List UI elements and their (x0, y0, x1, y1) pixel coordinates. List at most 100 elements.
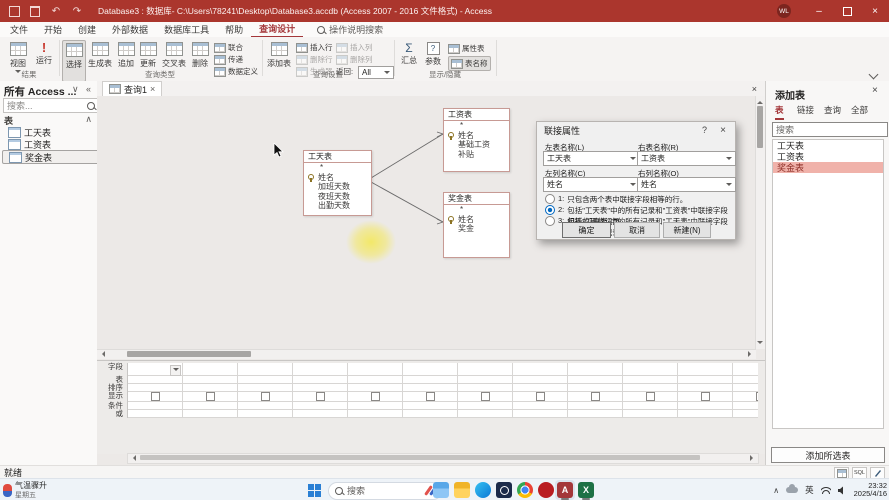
left-column-combobox[interactable]: 姓名 (543, 177, 640, 192)
field-row[interactable]: 姓名 (444, 215, 509, 225)
taskbar-search[interactable]: 搜索 (328, 482, 442, 500)
tab-create[interactable]: 创建 (70, 22, 104, 37)
grid-cell-show[interactable] (623, 392, 678, 402)
grid-cell-table[interactable] (513, 376, 568, 384)
grid-cell-sort[interactable] (513, 384, 568, 392)
grid-cell-show[interactable] (293, 392, 348, 402)
edge-icon[interactable] (475, 482, 491, 498)
show-checkbox[interactable] (151, 392, 160, 401)
grid-cell-or[interactable] (183, 410, 238, 418)
grid-cell-field[interactable] (678, 363, 733, 376)
add-tab-links[interactable]: 链接 (797, 104, 814, 118)
ime-indicator[interactable]: 英 (805, 484, 814, 496)
add-tab-queries[interactable]: 查询 (824, 104, 841, 118)
field-row[interactable]: 奖金 (444, 224, 509, 234)
avatar[interactable]: WL (777, 4, 791, 18)
ok-button[interactable]: 确定 (562, 222, 611, 238)
onedrive-icon[interactable] (786, 487, 798, 493)
show-checkbox[interactable] (701, 392, 710, 401)
grid-cell-table[interactable] (348, 376, 403, 384)
grid-column[interactable] (568, 363, 623, 418)
grid-cell-show[interactable] (568, 392, 623, 402)
grid-cell-criteria[interactable] (458, 402, 513, 410)
nav-item-table[interactable]: 工天表 (2, 126, 99, 138)
grid-cell-sort[interactable] (568, 384, 623, 392)
radio-icon-selected[interactable] (545, 205, 555, 215)
show-checkbox[interactable] (481, 392, 490, 401)
grid-cell-field[interactable] (513, 363, 568, 376)
grid-cell-or[interactable] (733, 410, 758, 418)
grid-cell-sort[interactable] (678, 384, 733, 392)
tab-database-tools[interactable]: 数据库工具 (156, 22, 217, 37)
grid-column[interactable] (128, 363, 183, 418)
help-icon[interactable]: ? (702, 125, 707, 135)
grid-cell-table[interactable] (678, 376, 733, 384)
query-table-title[interactable]: 奖金表 (444, 193, 509, 205)
grid-cell-table[interactable] (733, 376, 758, 384)
grid-cell-table[interactable] (183, 376, 238, 384)
grid-cell-field[interactable] (293, 363, 348, 376)
field-row[interactable]: 出勤天数 (304, 201, 371, 211)
collapse-ribbon-icon[interactable] (870, 70, 877, 80)
pane-close-icon[interactable]: × (872, 85, 878, 96)
grid-cell-or[interactable] (293, 410, 348, 418)
tell-me-search[interactable]: 操作说明搜索 (317, 23, 383, 36)
redo-icon[interactable]: ↷ (70, 5, 84, 17)
query-table-jiangjin[interactable]: 奖金表 * 姓名 奖金 (443, 192, 510, 258)
grid-cell-criteria[interactable] (238, 402, 293, 410)
grid-cell-sort[interactable] (348, 384, 403, 392)
field-row[interactable]: * (444, 121, 509, 131)
property-sheet-button[interactable]: 属性表 (448, 43, 485, 54)
grid-cell-field[interactable] (568, 363, 623, 376)
field-row[interactable]: * (444, 205, 509, 215)
add-tab-tables[interactable]: 表 (775, 104, 784, 120)
canvas-vertical-scrollbar[interactable] (755, 96, 765, 349)
grid-cell-show[interactable] (183, 392, 238, 402)
grid-cell-field[interactable] (128, 363, 183, 376)
delete-columns-button[interactable]: 删除列 (336, 54, 373, 65)
close-button[interactable]: × (861, 0, 889, 22)
grid-cell-table[interactable] (623, 376, 678, 384)
grid-cell-field[interactable] (403, 363, 458, 376)
grid-column[interactable] (348, 363, 403, 418)
cancel-button[interactable]: 取消 (614, 222, 660, 238)
grid-cell-table[interactable] (403, 376, 458, 384)
grid-cell-table[interactable] (293, 376, 348, 384)
grid-cell-criteria[interactable] (513, 402, 568, 410)
right-table-combobox[interactable]: 工资表 (637, 151, 736, 166)
grid-cell-criteria[interactable] (733, 402, 758, 410)
folder-icon[interactable] (454, 482, 470, 498)
grid-column[interactable] (458, 363, 513, 418)
show-checkbox[interactable] (261, 392, 270, 401)
show-checkbox[interactable] (426, 392, 435, 401)
nav-item-table-selected[interactable]: 奖金表 (2, 150, 101, 164)
grid-cell-or[interactable] (568, 410, 623, 418)
grid-cell-field[interactable] (238, 363, 293, 376)
grid-cell-or[interactable] (403, 410, 458, 418)
grid-cell-field[interactable] (733, 363, 758, 376)
grid-column[interactable] (513, 363, 568, 418)
field-dropdown-icon[interactable] (170, 365, 181, 376)
grid-cell-sort[interactable] (293, 384, 348, 392)
list-item-selected[interactable]: 奖金表 (773, 162, 883, 173)
grid-cell-table[interactable] (128, 376, 183, 384)
grid-column[interactable] (238, 363, 293, 418)
tab-home[interactable]: 开始 (36, 22, 70, 37)
dialog-close-icon[interactable]: × (720, 125, 726, 136)
grid-cell-show[interactable] (128, 392, 183, 402)
grid-cell-criteria[interactable] (623, 402, 678, 410)
nav-item-table[interactable]: 工资表 (2, 138, 99, 150)
grid-cell-show[interactable] (348, 392, 403, 402)
grid-column[interactable] (623, 363, 678, 418)
clock[interactable]: 23:322025/4/16 (854, 482, 887, 498)
weather-widget[interactable]: 气温骤升 星期五 (3, 481, 47, 500)
grid-column[interactable] (403, 363, 458, 418)
grid-cell-or[interactable] (513, 410, 568, 418)
query-table-title[interactable]: 工资表 (444, 109, 509, 121)
grid-cell-sort[interactable] (458, 384, 513, 392)
grid-cell-criteria[interactable] (293, 402, 348, 410)
pass-through-button[interactable]: 传递 (214, 54, 243, 65)
right-column-combobox[interactable]: 姓名 (637, 177, 736, 192)
excel-taskbar-icon[interactable]: X (578, 482, 594, 498)
left-table-combobox[interactable]: 工天表 (543, 151, 640, 166)
